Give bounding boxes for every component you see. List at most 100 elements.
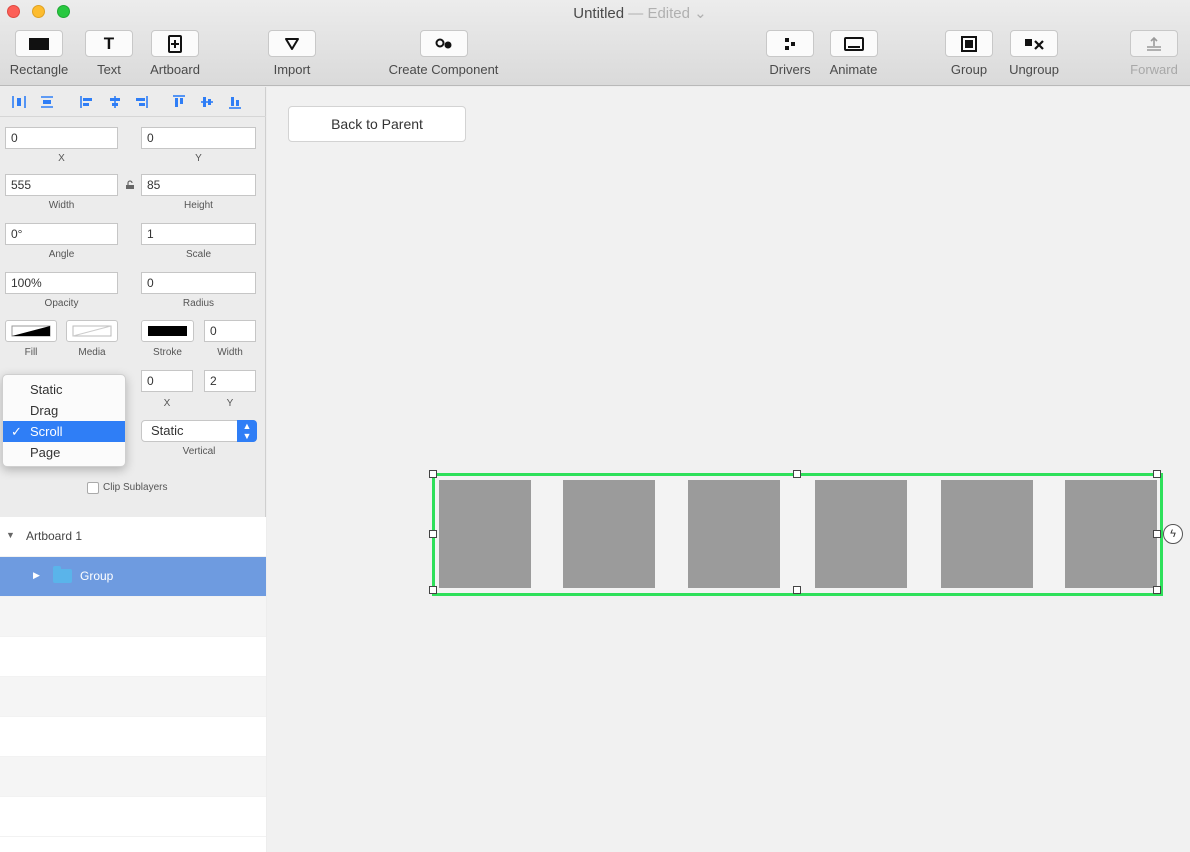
- layer-group[interactable]: ▶ Group: [0, 557, 266, 597]
- disclosure-triangle-down-icon[interactable]: ▼: [6, 530, 15, 540]
- x-position-field[interactable]: 0: [5, 127, 118, 149]
- group-button[interactable]: [945, 30, 993, 57]
- x-position-label: X: [58, 153, 65, 164]
- angle-field[interactable]: 0°: [5, 223, 118, 245]
- align-top-icon[interactable]: [172, 95, 186, 109]
- height-field[interactable]: 85: [141, 174, 256, 196]
- media-preview: [72, 325, 112, 337]
- align-center-horizontal-icon[interactable]: [108, 95, 122, 109]
- clip-sublayers-label: Clip Sublayers: [103, 482, 168, 493]
- layer-empty-row: [0, 717, 266, 757]
- layer-name: Artboard 1: [26, 529, 83, 543]
- resize-handle-bottom[interactable]: [793, 586, 801, 594]
- stroke-width-field[interactable]: 0: [204, 320, 256, 342]
- resize-handle-left[interactable]: [429, 530, 437, 538]
- fill-label: Fill: [24, 347, 38, 358]
- layer-empty-row: [0, 797, 266, 837]
- vertical-select-value: Static: [151, 423, 184, 438]
- rectangle-tool-button[interactable]: [15, 30, 63, 57]
- resize-handle-top-left[interactable]: [429, 470, 437, 478]
- align-middle-icon[interactable]: [200, 95, 214, 109]
- scroll-item-rectangle[interactable]: [439, 480, 531, 588]
- menu-item-static[interactable]: Static: [3, 379, 125, 400]
- y-position-label: Y: [195, 153, 202, 164]
- menu-item-scroll[interactable]: ✓ Scroll: [3, 421, 125, 442]
- menu-item-drag[interactable]: Drag: [3, 400, 125, 421]
- scroll-item-rectangle[interactable]: [1065, 480, 1157, 588]
- import-tool-label: Import: [273, 62, 311, 77]
- align-right-icon[interactable]: [134, 95, 148, 109]
- clip-sublayers-checkbox[interactable]: [87, 482, 99, 494]
- vertical-behavior-select[interactable]: Static ▲ ▼: [141, 420, 257, 442]
- selected-scroll-group[interactable]: [429, 470, 1163, 596]
- scale-label: Scale: [185, 249, 211, 260]
- group-tool[interactable]: Group: [945, 30, 993, 77]
- canvas[interactable]: Back to Parent ϟ: [267, 87, 1190, 852]
- forward-tool[interactable]: Forward: [1125, 30, 1183, 77]
- document-name: Untitled: [573, 5, 625, 22]
- resize-handle-bottom-right[interactable]: [1153, 586, 1161, 594]
- animate-button[interactable]: [829, 30, 878, 57]
- ungroup-tool[interactable]: Ungroup: [1004, 30, 1064, 77]
- chevron-down-icon[interactable]: ⌄: [694, 5, 707, 22]
- artboard-tool[interactable]: Artboard: [145, 30, 205, 77]
- resize-handle-bottom-left[interactable]: [429, 586, 437, 594]
- create-component-tool[interactable]: Create Component: [380, 30, 507, 77]
- text-icon: T: [103, 33, 115, 53]
- resize-handle-right[interactable]: [1153, 530, 1161, 538]
- component-icon: [435, 38, 451, 48]
- menu-item-label: Static: [30, 382, 63, 397]
- stroke-swatch[interactable]: [141, 320, 194, 342]
- radius-field[interactable]: 0: [141, 272, 256, 294]
- radius-label: Radius: [182, 298, 215, 309]
- opacity-field[interactable]: 100%: [5, 272, 118, 294]
- resize-handle-top[interactable]: [793, 470, 801, 478]
- animate-tool[interactable]: Animate: [826, 30, 881, 77]
- lightning-bolt-icon[interactable]: ϟ: [1163, 524, 1183, 544]
- artboard-icon: [168, 34, 182, 53]
- create-component-label: Create Component: [388, 62, 499, 77]
- window-title: Untitled — Edited ⌄: [0, 4, 1190, 22]
- drivers-tool[interactable]: Drivers: [766, 30, 814, 77]
- stroke-label: Stroke: [153, 347, 182, 358]
- back-to-parent-button[interactable]: Back to Parent: [288, 106, 466, 142]
- shadow-y-field[interactable]: 2: [204, 370, 256, 392]
- scroll-item-rectangle[interactable]: [688, 480, 780, 588]
- distribute-vertical-icon[interactable]: [40, 95, 54, 109]
- media-swatch[interactable]: [66, 320, 118, 342]
- text-tool[interactable]: T Text: [85, 30, 133, 77]
- import-tool-button[interactable]: [268, 30, 316, 57]
- lock-aspect-icon[interactable]: [125, 180, 135, 190]
- text-tool-label: Text: [97, 62, 121, 77]
- drivers-button[interactable]: [766, 30, 814, 57]
- align-bottom-icon[interactable]: [228, 95, 242, 109]
- shadow-x-field[interactable]: 0: [141, 370, 193, 392]
- menu-item-label: Scroll: [30, 424, 63, 439]
- animate-label: Animate: [829, 62, 878, 77]
- menu-item-page[interactable]: Page: [3, 442, 125, 463]
- disclosure-triangle-right-icon[interactable]: ▶: [33, 570, 40, 581]
- scroll-item-rectangle[interactable]: [815, 480, 907, 588]
- fill-swatch[interactable]: [5, 320, 57, 342]
- artboard-tool-button[interactable]: [151, 30, 199, 57]
- width-field[interactable]: 555: [5, 174, 118, 196]
- create-component-button[interactable]: [419, 30, 468, 57]
- import-tool[interactable]: Import: [268, 30, 316, 77]
- forward-button[interactable]: [1130, 30, 1178, 57]
- layer-empty-row: [0, 597, 266, 637]
- animate-icon: [843, 36, 864, 51]
- align-left-icon[interactable]: [80, 95, 94, 109]
- rectangle-tool[interactable]: Rectangle: [6, 30, 72, 77]
- scroll-item-rectangle[interactable]: [563, 480, 655, 588]
- drivers-label: Drivers: [769, 62, 811, 77]
- shadow-x-label: X: [163, 398, 171, 409]
- scale-field[interactable]: 1: [141, 223, 256, 245]
- resize-handle-top-right[interactable]: [1153, 470, 1161, 478]
- angle-label: Angle: [48, 249, 75, 260]
- layer-artboard[interactable]: ▼ Artboard 1: [0, 517, 266, 557]
- text-tool-button[interactable]: T: [85, 30, 133, 57]
- distribute-horizontal-icon[interactable]: [12, 95, 26, 109]
- ungroup-button[interactable]: [1010, 30, 1058, 57]
- y-position-field[interactable]: 0: [141, 127, 256, 149]
- scroll-item-rectangle[interactable]: [941, 480, 1033, 588]
